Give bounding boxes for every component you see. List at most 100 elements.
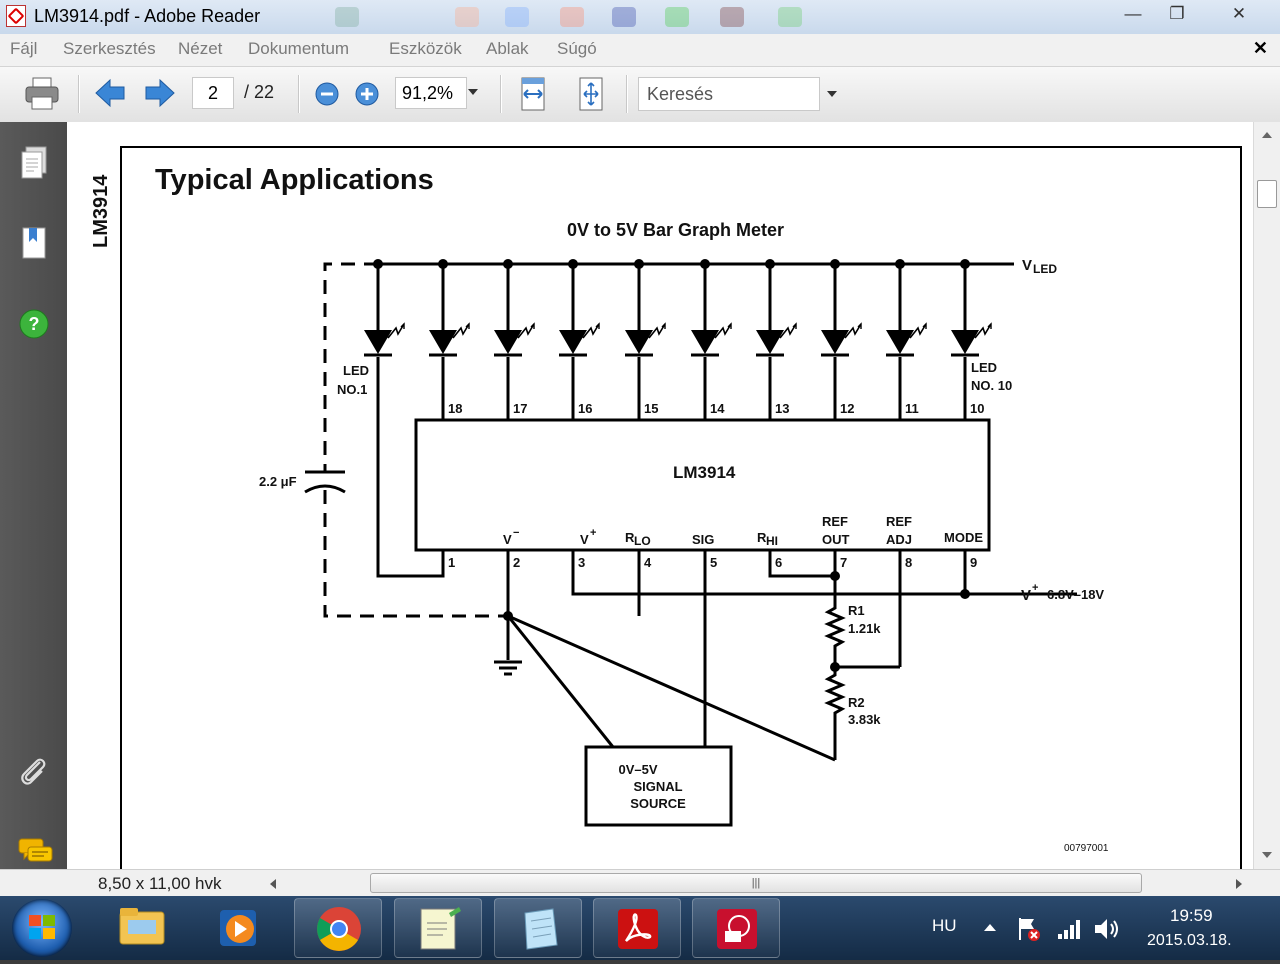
svg-text:16: 16: [578, 401, 592, 416]
background-icon: [505, 7, 529, 27]
action-center-flag-icon[interactable]: [1016, 916, 1042, 947]
svg-text:LM3914: LM3914: [673, 463, 736, 482]
navigation-panel: ?: [0, 122, 67, 869]
document-viewer[interactable]: LM3914 Typical Applications 0V to 5V Bar…: [67, 122, 1253, 876]
page-size-label: 8,50 x 11,00 hvk: [98, 874, 222, 893]
zoom-level-input[interactable]: 91,2%: [395, 77, 467, 109]
menu-edit[interactable]: Szerkesztés: [63, 39, 156, 59]
svg-text:1.21k: 1.21k: [848, 621, 881, 636]
taskbar-media-player-button[interactable]: [196, 898, 284, 958]
media-player-icon: [220, 910, 256, 946]
menu-window[interactable]: Ablak: [486, 39, 529, 59]
menu-help[interactable]: Súgó: [557, 39, 597, 59]
search-input[interactable]: Keresés: [638, 77, 820, 111]
svg-text:ADJ: ADJ: [886, 532, 912, 547]
scroll-right-arrow-icon[interactable]: [1236, 879, 1242, 889]
svg-text:SOURCE: SOURCE: [630, 796, 686, 811]
chrome-icon: [317, 907, 361, 951]
horizontal-scroll-thumb[interactable]: |||: [370, 873, 1142, 893]
search-dropdown-arrow-icon[interactable]: [827, 91, 837, 97]
svg-text:8: 8: [905, 555, 912, 570]
attachments-icon[interactable]: [18, 756, 50, 790]
scroll-down-arrow-icon[interactable]: [1262, 852, 1272, 858]
taskbar-notepad-button[interactable]: [494, 898, 582, 958]
background-icon: [665, 7, 689, 27]
print-icon[interactable]: [24, 77, 60, 116]
notepad-icon: [524, 908, 558, 950]
scroll-up-arrow-icon[interactable]: [1262, 132, 1272, 138]
svg-text:+: +: [1032, 582, 1038, 594]
svg-text:7: 7: [840, 555, 847, 570]
svg-text:R2: R2: [848, 695, 865, 710]
network-icon[interactable]: [1056, 918, 1082, 945]
notepad-plus-plus-icon: [420, 907, 461, 950]
svg-text:10: 10: [970, 401, 984, 416]
start-button[interactable]: [12, 899, 72, 957]
svg-text:NO.1: NO.1: [337, 382, 367, 397]
svg-text:?: ?: [29, 314, 40, 334]
zoom-dropdown-arrow-icon[interactable]: [468, 89, 478, 95]
taskbar: HU 19:59 2015.03.18.: [0, 896, 1280, 960]
svg-text:SIG: SIG: [692, 532, 714, 547]
window-title: LM3914.pdf - Adobe Reader: [34, 6, 261, 26]
scroll-left-arrow-icon[interactable]: [270, 879, 276, 889]
page-total: / 22: [244, 82, 275, 102]
menu-document[interactable]: Dokumentum: [248, 39, 349, 59]
vertical-scroll-thumb[interactable]: [1257, 180, 1277, 208]
taskbar-chrome-button[interactable]: [294, 898, 382, 958]
taskbar-adobe-reader-button[interactable]: [593, 898, 681, 958]
page-number-input[interactable]: 2: [192, 77, 234, 109]
background-icon: [455, 7, 479, 27]
svg-text:OUT: OUT: [822, 532, 850, 547]
next-page-icon[interactable]: [144, 78, 176, 113]
menu-view[interactable]: Nézet: [178, 39, 222, 59]
zoom-out-icon[interactable]: [314, 81, 340, 112]
svg-text:V: V: [1021, 587, 1031, 604]
minimize-button[interactable]: —: [1110, 2, 1156, 26]
svg-text:13: 13: [775, 401, 789, 416]
svg-text:0V–5V: 0V–5V: [618, 762, 657, 777]
taskbar-explorer-button[interactable]: [98, 898, 186, 958]
svg-text:15: 15: [644, 401, 658, 416]
bookmarks-icon[interactable]: [18, 226, 50, 260]
svg-text:2: 2: [513, 555, 520, 570]
close-document-button[interactable]: ✕: [1253, 38, 1268, 59]
svg-text:REF: REF: [822, 514, 848, 529]
svg-text:V: V: [1022, 257, 1032, 274]
close-button[interactable]: ✕: [1214, 2, 1264, 26]
svg-text:11: 11: [905, 401, 919, 416]
svg-text:3: 3: [578, 555, 585, 570]
svg-text:−: −: [513, 527, 519, 539]
menu-tools[interactable]: Eszközök: [389, 39, 462, 59]
svg-text:5: 5: [710, 555, 717, 570]
svg-text:REF: REF: [886, 514, 912, 529]
svg-text:1: 1: [448, 555, 455, 570]
toolbar: 2 / 22 91,2% Keresés: [0, 67, 1280, 123]
fit-page-icon[interactable]: [576, 77, 606, 116]
language-indicator[interactable]: HU: [932, 916, 957, 936]
svg-text:3.83k: 3.83k: [848, 712, 881, 727]
maximize-button[interactable]: ❐: [1154, 2, 1200, 26]
page-thumbnails-icon[interactable]: [18, 146, 50, 180]
clock-date[interactable]: 2015.03.18.: [1147, 932, 1232, 950]
remote-desktop-icon: [717, 909, 757, 949]
taskbar-notepadpp-button[interactable]: [394, 898, 482, 958]
fit-width-icon[interactable]: [518, 77, 548, 116]
svg-text:2.2 μF: 2.2 μF: [259, 474, 297, 489]
clock-time[interactable]: 19:59: [1170, 906, 1213, 926]
svg-text:LED: LED: [1033, 262, 1057, 276]
previous-page-icon[interactable]: [94, 78, 126, 113]
taskbar-remote-app-button[interactable]: [692, 898, 780, 958]
menu-file[interactable]: Fájl: [10, 39, 37, 59]
svg-text:14: 14: [710, 401, 725, 416]
background-icon: [778, 7, 802, 27]
show-hidden-icons-icon[interactable]: [984, 924, 996, 931]
background-icon: [720, 7, 744, 27]
svg-text:LO: LO: [634, 534, 651, 548]
volume-icon[interactable]: [1092, 916, 1120, 947]
vertical-scrollbar[interactable]: [1253, 122, 1280, 869]
help-icon[interactable]: ?: [18, 308, 50, 342]
comments-icon[interactable]: [18, 836, 53, 870]
svg-text:SIGNAL: SIGNAL: [633, 779, 682, 794]
zoom-in-icon[interactable]: [354, 81, 380, 112]
